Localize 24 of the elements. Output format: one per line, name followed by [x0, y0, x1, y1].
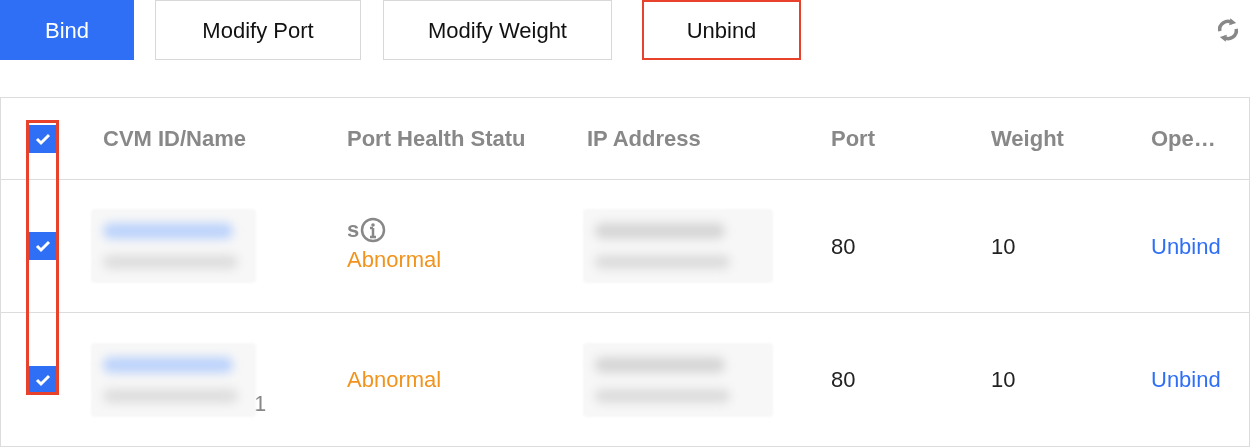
checkbox[interactable] [29, 365, 57, 394]
unbind-link[interactable]: Unbind [1151, 367, 1221, 392]
checkbox[interactable] [29, 124, 57, 153]
toolbar-button[interactable]: Modify Port [155, 0, 361, 60]
status-note: s [347, 218, 360, 241]
status-text: Abnormal [347, 245, 443, 274]
unbind-link[interactable]: Unbind [1151, 233, 1221, 259]
column-header: Port [831, 126, 875, 151]
toolbar-button[interactable]: Bind [0, 0, 134, 60]
table-cell: 80 [831, 233, 856, 259]
table-cell: 10 [991, 367, 1016, 392]
column-header: IP Address [587, 126, 701, 151]
info-icon[interactable] [360, 216, 387, 243]
table-cell: 80 [831, 367, 856, 392]
column-header: Port Health Statu [347, 126, 526, 151]
column-header: Ope… [1151, 126, 1216, 151]
toolbar-button[interactable]: Modify Weight [383, 0, 612, 60]
column-header: Weight [991, 126, 1064, 151]
checkbox[interactable] [29, 232, 57, 260]
status-text: Abnormal [347, 366, 443, 394]
column-header: CVM ID/Name [103, 126, 247, 151]
toolbar-button[interactable]: Unbind [642, 0, 801, 60]
cvm-name-text: 1 [254, 392, 267, 415]
table-cell: 10 [991, 233, 1016, 259]
